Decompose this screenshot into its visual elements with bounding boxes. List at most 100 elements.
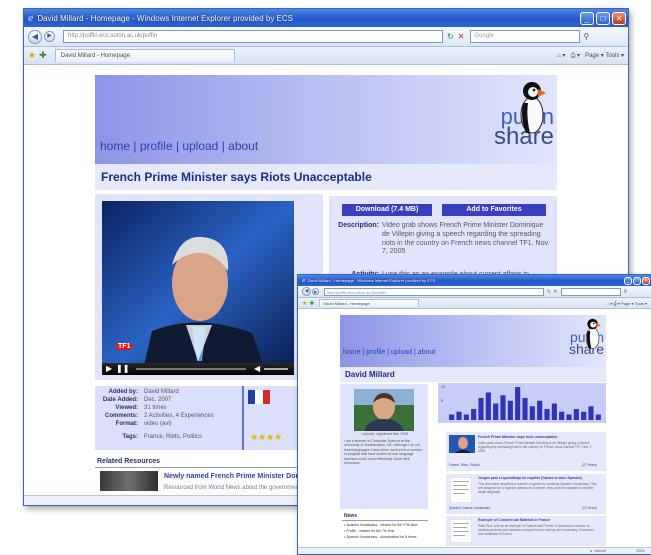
activity-bar [573,409,579,420]
command-bar[interactable]: ⌂ ▾ ⎙ ▾ Page ▾ Tools ▾ [607,301,647,306]
video-controls[interactable]: ▶ ❚❚ ◀ [102,363,294,375]
forward-nav-icon[interactable]: ▶ [312,288,319,295]
minimize-button[interactable]: _ [624,276,632,285]
commands-label[interactable]: Page ▾ Tools ▾ [585,53,624,59]
activity-bar [507,400,513,420]
nav-upload[interactable]: upload [182,139,218,153]
resource-desc: This document describes a number of game… [478,482,597,494]
activity-bar [544,409,550,420]
add-favorites-button[interactable]: Add to Favorites [442,204,546,216]
home-icon[interactable]: ⌂ [607,301,609,306]
activity-bar [471,409,477,420]
back-window-tabbar: ★ ✚ David Millard - Homepage ⌂ ▾ ⎙ ▾ Pag… [24,47,628,65]
back-window-title: David Millard - Homepage - Windows Inter… [37,13,293,23]
command-bar[interactable]: ⌂ ▾ ⎙ ▾ Page ▾ Tools ▾ [557,52,624,60]
volume-icon[interactable]: ◀ [254,364,260,373]
add-favorites-icon[interactable]: ✚ [39,50,47,61]
nav-profile[interactable]: profile [140,139,173,153]
chart-axis-mid: 5 [441,399,443,403]
activity-bar [485,392,491,420]
activity-bar [463,414,469,420]
resource-thumb-document[interactable] [450,477,472,503]
ie-icon: ℯ [302,278,306,284]
refresh-icon[interactable]: ↻ [547,289,551,295]
meta-label-added-by: Added by: [108,389,138,395]
front-tab[interactable]: David Millard - Homepage [319,299,420,307]
nav-profile[interactable]: profile [366,349,385,356]
meta-label-tags: Tags: [122,434,138,440]
resource-tags[interactable]: Spanish, Games, Vocabulary [449,506,490,510]
back-tab[interactable]: David Millard - Homepage [54,49,235,62]
favorites-label: Add to Favorites [466,206,522,213]
resource-thumb-document[interactable] [450,519,472,543]
stop-icon[interactable]: ✕ [458,32,465,41]
meta-value-added-by[interactable]: David Millard [144,389,179,395]
news-item[interactable]: • Profile - viewed for the 7th time [344,529,394,533]
meta-value-tags[interactable]: France, Riots, Politics [144,434,202,440]
search-icon[interactable]: ⚲ [623,289,627,295]
favorites-star-icon[interactable]: ★ [302,300,307,307]
news-item-text: Profile - viewed for the 7th time [346,529,395,533]
status-zoom[interactable]: 100% [636,549,645,553]
print-icon[interactable]: ⎙ [614,301,617,306]
video-player[interactable]: TF1 ▶ ❚❚ ◀ [102,201,294,375]
related-thumbnail[interactable] [100,471,158,491]
nav-home[interactable]: home [343,349,361,356]
resource-tags[interactable]: France, Riots, Politics [449,463,480,467]
meta-label-comments: Comments: [104,413,138,419]
nav-about[interactable]: about [418,349,436,356]
search-icon[interactable]: ⚲ [583,32,589,41]
maximize-button[interactable]: □ [596,11,610,25]
forward-nav-icon[interactable]: ▶ [44,31,55,42]
resource-title[interactable]: French Prime Minister says riots unaccep… [478,435,558,439]
volume-slider[interactable] [264,368,288,370]
activity-bar [456,411,462,420]
stop-icon[interactable]: ✕ [553,289,557,295]
activity-bar-chart [449,387,601,420]
address-bar[interactable]: http://puffin.ecs.soton.ac.uk/puffin [324,287,544,296]
resource-thumb-video[interactable] [449,435,475,453]
minimize-button[interactable]: _ [580,11,594,25]
print-icon[interactable]: ⎙ [571,53,576,59]
status-zone: Internet [594,549,607,553]
meta-value-comments[interactable]: 2 Activities, 4 Experiences [144,413,214,419]
front-window-titlebar: ℯ David Millard - Homepage - Windows Int… [298,275,651,286]
news-item-text: Spanish Vocabulary - viewed for the 17th… [346,523,418,527]
commands-label[interactable]: Page ▾ Tools ▾ [621,301,647,306]
chart-axis-top: 10 [441,385,445,389]
nav-home[interactable]: home [100,139,130,153]
home-icon[interactable]: ⌂ [557,53,561,59]
news-item[interactable]: • Spanish Vocabulary - viewed for the 17… [344,523,417,527]
activity-bar [581,411,587,420]
tv-logo-text: TF1 [118,343,131,350]
resource-desc: Plain Text I use as an example of Commer… [478,524,594,536]
nav-about[interactable]: about [228,139,258,153]
rating-stars-icon[interactable]: ★★★★ [250,432,282,443]
ie-icon: ℯ [28,12,34,23]
back-window-titlebar: ℯ David Millard - Homepage - Windows Int… [24,9,628,27]
address-bar[interactable]: http://puffin.ecs.soton.ac.uk/puffin [63,30,443,43]
add-favorites-icon[interactable]: ✚ [309,300,314,307]
resource-title[interactable]: Juegos para el aprendizaje de español (G… [478,476,582,480]
description-text: Video grab shows French Prime Minister D… [382,222,550,256]
resource-count: (20 Views) [582,506,597,510]
profile-bio: I am a lecturer of Computer Science at t… [344,439,423,465]
resource-title[interactable]: Example of Commercial Material in France [478,518,550,522]
back-nav-icon[interactable]: ◀ [28,29,42,44]
profile-headline: David Millard [340,367,606,382]
photo-caption: Lecturer, registered Mar. 2006 [361,432,409,436]
refresh-icon[interactable]: ↻ [447,32,454,41]
news-item[interactable]: • Spanish Vocabulary - downloaded for 8 … [344,535,416,539]
download-button[interactable]: Download (7.4 MB) [342,204,432,216]
search-input[interactable]: Google [470,30,581,43]
pause-icon[interactable]: ❚❚ [116,364,129,373]
close-button[interactable]: ✕ [612,11,626,25]
close-button[interactable]: ✕ [642,276,650,285]
seek-bar[interactable] [136,368,246,370]
search-input[interactable] [561,287,622,296]
maximize-button[interactable]: □ [633,276,641,285]
back-nav-icon[interactable]: ◀ [302,287,311,296]
play-icon[interactable]: ▶ [106,364,112,373]
nav-upload[interactable]: upload [391,349,412,356]
favorites-star-icon[interactable]: ★ [28,50,36,61]
